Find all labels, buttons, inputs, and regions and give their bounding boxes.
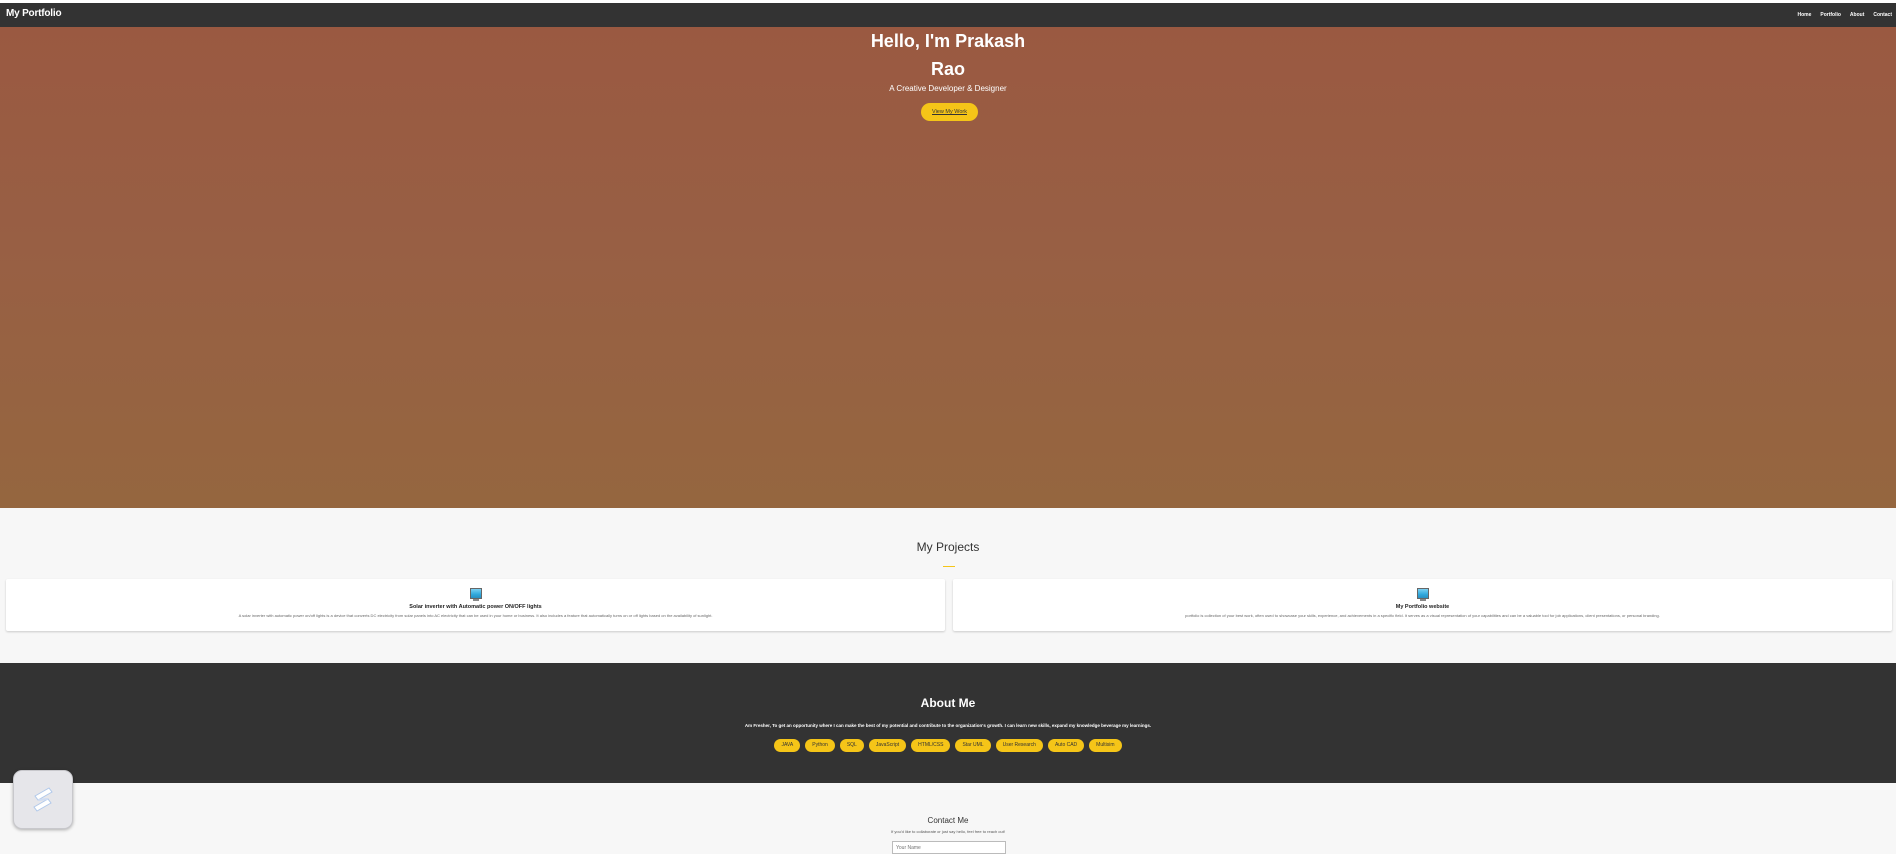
hero-title: Hello, I'm Prakash Rao bbox=[848, 27, 1048, 83]
hero-subtitle: A Creative Developer & Designer bbox=[889, 84, 1007, 93]
skill-badge: Multisim bbox=[1089, 739, 1122, 752]
nav-links: Home Portfolio About Contact bbox=[1788, 12, 1892, 18]
about-section: About Me Am Fresher, To get an opportuni… bbox=[0, 663, 1896, 783]
brand-logo[interactable]: My Portfolio bbox=[6, 8, 62, 19]
skill-badge: JAVA bbox=[774, 739, 801, 752]
project-description: A solar inverter with automatic power on… bbox=[238, 613, 713, 618]
skill-badge: Star UML bbox=[955, 739, 991, 752]
skill-badge: JavaScript bbox=[868, 739, 907, 752]
about-title: About Me bbox=[920, 696, 976, 710]
your-name-input[interactable] bbox=[892, 841, 1006, 854]
skill-badge: Python bbox=[805, 739, 835, 752]
project-card-portfolio[interactable]: My Portfolio website portfolio is collec… bbox=[953, 579, 1892, 631]
navbar: My Portfolio Home Portfolio About Contac… bbox=[0, 3, 1896, 27]
contact-title: Contact Me bbox=[927, 816, 969, 825]
app-logo-icon bbox=[33, 787, 53, 812]
project-title: My Portfolio website bbox=[1395, 604, 1450, 610]
projects-section: My Projects Solar inverter with Automati… bbox=[0, 508, 1896, 663]
laptop-icon bbox=[1417, 588, 1429, 601]
projects-title-underline bbox=[943, 566, 955, 567]
skill-badge: SQL bbox=[839, 739, 864, 752]
contact-subtitle: If you'd like to collaborate or just say… bbox=[891, 829, 1005, 834]
hero-title-line2: Rao bbox=[930, 59, 965, 79]
skill-badge: HTML/CSS bbox=[911, 739, 951, 752]
hero-section: Hello, I'm Prakash Rao A Creative Develo… bbox=[0, 27, 1896, 508]
view-my-work-button[interactable]: View My Work bbox=[921, 103, 978, 121]
laptop-icon bbox=[470, 588, 482, 601]
skill-badge: Auto CAD bbox=[1047, 739, 1085, 752]
nav-link-portfolio[interactable]: Portfolio bbox=[1820, 12, 1841, 18]
nav-link-about[interactable]: About bbox=[1850, 12, 1864, 18]
projects-title: My Projects bbox=[916, 540, 980, 554]
nav-link-home[interactable]: Home bbox=[1797, 12, 1811, 18]
floating-app-widget[interactable] bbox=[13, 770, 73, 829]
project-title: Solar inverter with Automatic power ON/O… bbox=[409, 604, 542, 610]
project-card-solar[interactable]: Solar inverter with Automatic power ON/O… bbox=[6, 579, 945, 631]
skills-list: JAVA Python SQL JavaScript HTML/CSS Star… bbox=[0, 739, 1896, 752]
project-description: portfolio is collection of your best wor… bbox=[1185, 613, 1660, 618]
hero-title-line1: Hello, I'm Prakash bbox=[870, 31, 1026, 51]
skill-badge: User Research bbox=[995, 739, 1043, 752]
about-text: Am Fresher, To get an opportunity where … bbox=[744, 723, 1152, 728]
nav-link-contact[interactable]: Contact bbox=[1873, 12, 1892, 18]
contact-section: Contact Me If you'd like to collaborate … bbox=[0, 783, 1896, 854]
